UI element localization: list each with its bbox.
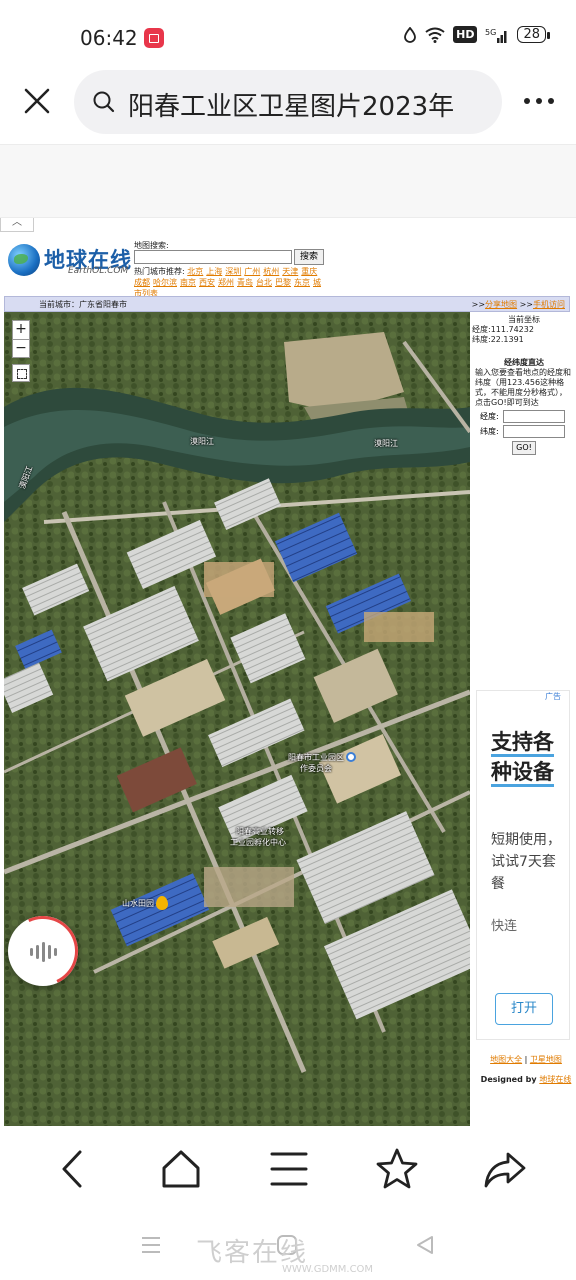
footer-links: 地图大全 | 卫星地图: [490, 1055, 562, 1064]
ad-tag: 广告: [545, 692, 561, 701]
location-pin-icon[interactable]: [156, 896, 168, 910]
satellite-map-link[interactable]: 卫星地图: [530, 1055, 562, 1064]
ad-brand: 快连: [491, 919, 518, 934]
latitude-label: 纬度:: [480, 427, 499, 436]
site-logo-subtext: EarthOL.COM: [68, 266, 129, 276]
voice-assistant-button[interactable]: [0, 906, 88, 996]
direct-instructions: 输入您要查看地点的经度和纬度（用123.456这种格式，不能用度分秒格式），点击…: [475, 368, 571, 407]
longitude-input[interactable]: [502, 410, 565, 423]
city-link[interactable]: 青岛: [237, 278, 253, 287]
home-icon[interactable]: [158, 1146, 204, 1192]
city-link[interactable]: 北京: [187, 267, 203, 276]
current-longitude: 经度:111.74232: [472, 325, 534, 334]
city-link[interactable]: 巴黎: [275, 278, 291, 287]
satellite-map[interactable]: + − 漠阳江 漠阳江 漠阳江 阳春市工业园区 作委员会 阳春高业转移 工业园孵…: [4, 312, 470, 1126]
search-bar[interactable]: 阳春工业区卫星图片2023年: [74, 70, 502, 134]
mobile-access-link[interactable]: 手机访问: [533, 300, 565, 309]
direct-title: 经纬度直达: [504, 358, 544, 367]
city-link[interactable]: 南京: [180, 278, 196, 287]
map-label-industrial-park-sub: 作委员会: [300, 764, 332, 773]
earthol-webpage: 地球在线 EarthOL.COM 地图搜索: 搜索 热门城市推荐: 北京 上海 深圳…: [0, 232, 576, 1132]
satellite-imagery: [4, 312, 470, 1126]
current-latitude: 纬度:22.1391: [472, 335, 524, 344]
city-link[interactable]: 广州: [244, 267, 260, 276]
map-label-river: 漠阳江: [190, 437, 214, 446]
zoom-in-button[interactable]: +: [13, 321, 29, 339]
current-city-bar: 当前城市：广东省阳春市 >>分享地图 >>手机访问: [4, 296, 570, 312]
map-search-button[interactable]: 搜索: [294, 249, 325, 265]
map-directory-link[interactable]: 地图大全: [490, 1055, 522, 1064]
share-map-link[interactable]: 分享地图: [485, 300, 517, 309]
city-link[interactable]: 西安: [199, 278, 215, 287]
recent-apps-icon[interactable]: [140, 1234, 162, 1256]
close-icon[interactable]: [22, 86, 52, 116]
menu-icon[interactable]: [266, 1146, 312, 1192]
go-button[interactable]: GO!: [512, 441, 536, 455]
hd-icon: HD: [453, 26, 478, 43]
map-label-river: 漠阳江: [374, 439, 398, 448]
screen-record-icon: [144, 28, 164, 48]
coord-title: 当前坐标: [508, 315, 540, 324]
ad-open-button[interactable]: 打开: [495, 993, 553, 1025]
hot-cities: 热门城市推荐: 北京 上海 深圳 广州 杭州 天津 重庆成都 哈尔滨 南京 西安 郑州 青岛 台北 巴黎东…: [134, 266, 324, 299]
network-label: 5G: [485, 28, 496, 37]
battery-icon: 28: [517, 26, 550, 43]
map-label-shanshui: 山水田园: [122, 899, 154, 908]
poi-icon[interactable]: [346, 752, 356, 762]
share-icon[interactable]: [482, 1146, 528, 1192]
city-link[interactable]: 杭州: [263, 267, 279, 276]
collapse-toggle[interactable]: ︿: [0, 218, 34, 232]
longitude-label: 经度:: [480, 412, 499, 421]
search-query: 阳春工业区卫星图片2023年: [128, 92, 455, 122]
citybar-links: >>分享地图 >>手机访问: [471, 300, 565, 309]
status-time: 06:42: [80, 26, 138, 50]
designed-by: Designed by 地球在线: [480, 1075, 572, 1084]
city-link[interactable]: 哈尔滨: [153, 278, 177, 287]
browser-header: 阳春工业区卫星图片2023年: [0, 70, 576, 144]
browser-toolbar: [0, 1134, 576, 1204]
map-label-incubator-sub: 工业园孵化中心: [230, 838, 286, 847]
search-icon: [93, 91, 115, 113]
fullscreen-icon[interactable]: [12, 364, 30, 382]
map-label-industrial-park: 阳春市工业园区: [288, 753, 344, 762]
zoom-control: + −: [12, 320, 30, 358]
voice-wave-icon: [30, 942, 57, 962]
map-search-input[interactable]: [134, 250, 292, 264]
more-menu-icon[interactable]: [524, 98, 554, 104]
city-link[interactable]: 郑州: [218, 278, 234, 287]
map-label-incubator: 阳春高业转移: [236, 827, 284, 836]
ad-title: 支持各种设备: [491, 727, 567, 787]
page-top-spacer: [0, 144, 576, 218]
coordinate-panel: 当前坐标 经度:111.74232 纬度:22.1391 经纬度直达 输入您要查…: [472, 312, 576, 455]
city-link[interactable]: 东京: [294, 278, 310, 287]
wifi-icon: [425, 27, 445, 43]
ad-body: 短期使用，试试7天套餐: [491, 832, 561, 892]
favorite-star-icon[interactable]: [374, 1146, 420, 1192]
city-link[interactable]: 成都: [134, 278, 150, 287]
status-bar: 06:42 HD 5G 28: [0, 0, 576, 70]
city-link[interactable]: 深圳: [225, 267, 241, 276]
zoom-out-button[interactable]: −: [13, 339, 29, 357]
current-city: 当前城市：广东省阳春市: [39, 300, 127, 309]
latitude-field: 纬度:: [480, 425, 576, 438]
signal-icon: 5G: [485, 28, 507, 43]
hot-cities-label: 热门城市推荐:: [134, 267, 185, 276]
status-icons: HD 5G 28: [403, 26, 550, 43]
city-link[interactable]: 上海: [206, 267, 222, 276]
city-link[interactable]: 重庆: [301, 267, 317, 276]
ad-banner[interactable]: 广告 支持各种设备 短期使用，试试7天套餐 快连 打开: [476, 690, 570, 1040]
globe-logo-icon: [8, 244, 40, 276]
designer-link[interactable]: 地球在线: [539, 1075, 571, 1084]
city-link[interactable]: 天津: [282, 267, 298, 276]
mute-icon: [404, 26, 417, 43]
watermark-url: WWW.GDMM.COM: [282, 1264, 374, 1275]
system-back-icon[interactable]: [414, 1234, 436, 1256]
back-icon[interactable]: [50, 1146, 96, 1192]
longitude-field: 经度:: [480, 410, 576, 423]
city-link[interactable]: 台北: [256, 278, 272, 287]
latitude-input[interactable]: [502, 425, 565, 438]
